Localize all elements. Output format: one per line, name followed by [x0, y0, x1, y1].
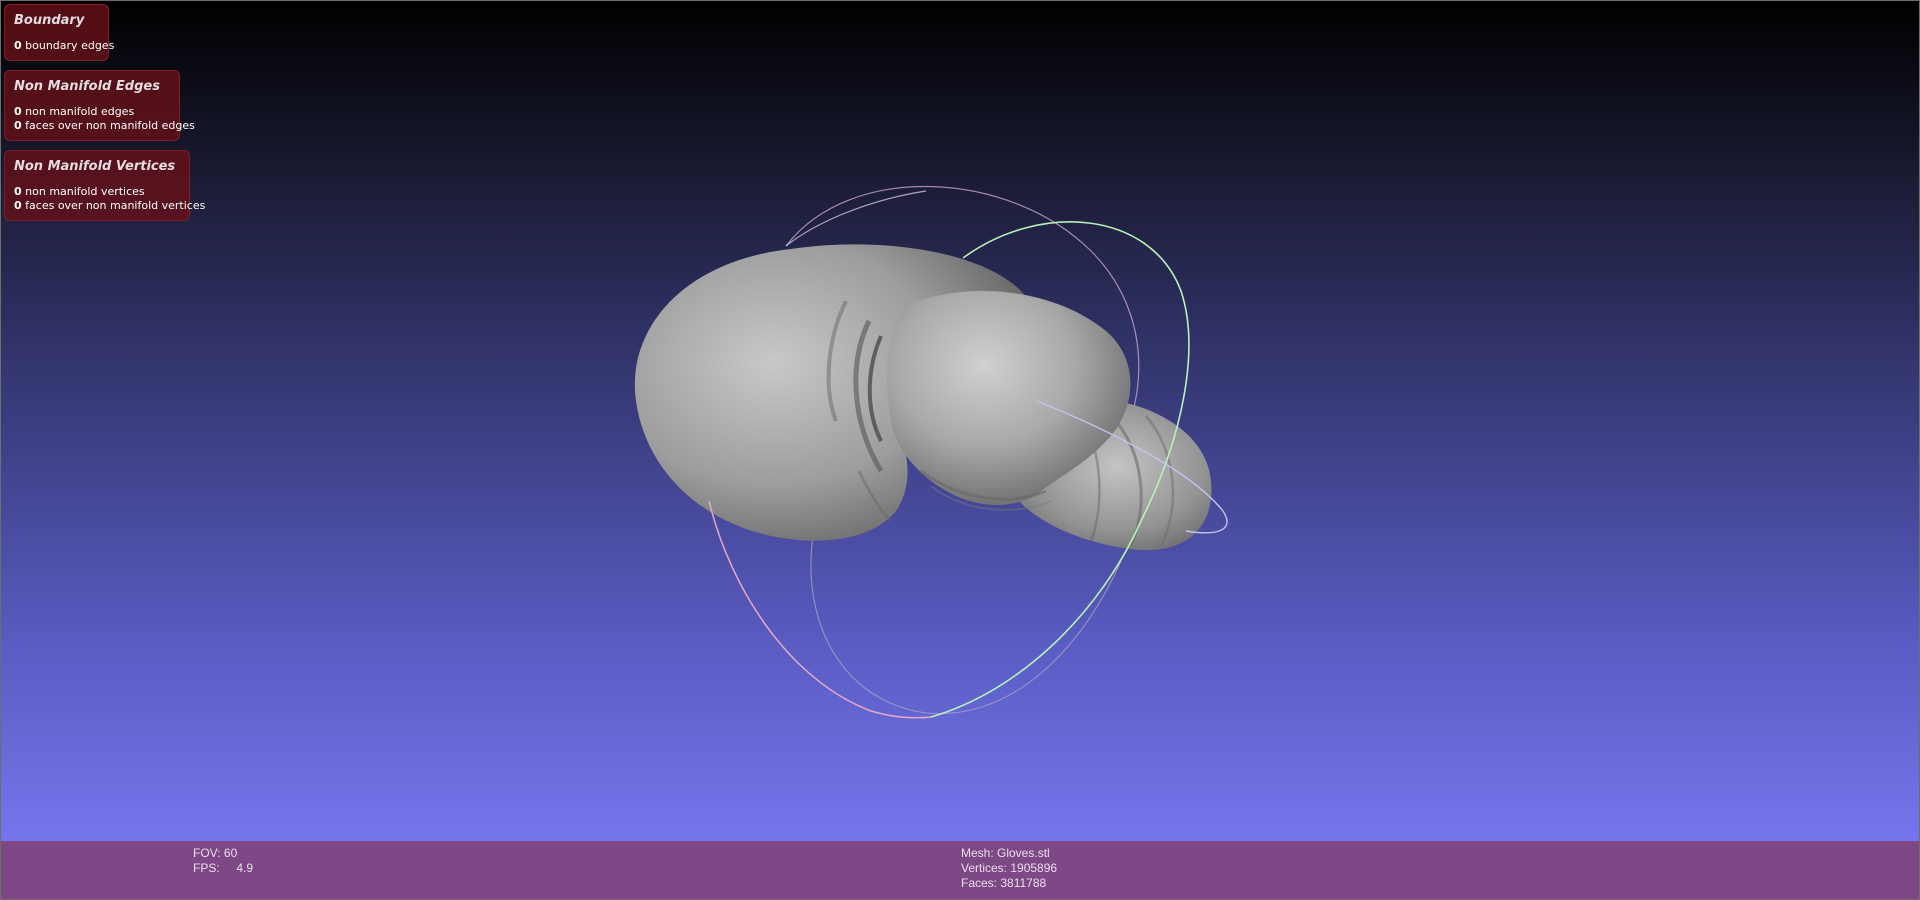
panel-title: Non Manifold Edges — [14, 79, 160, 94]
line-text: non manifold vertices — [25, 185, 145, 198]
count-value: 0 — [14, 185, 22, 198]
fps-readout: FPS: 4.9 — [193, 861, 254, 875]
3d-viewport[interactable]: Boundary 0 boundary edges Non Manifold E… — [0, 0, 1920, 900]
line-text: faces over non manifold vertices — [25, 199, 206, 212]
non-manifold-edges-line: 0 non manifold edges — [14, 105, 170, 119]
face-count: Faces: 3811788 — [961, 876, 1047, 890]
panel-title: Non Manifold Vertices — [14, 159, 176, 174]
status-bar: FOV: 60 FPS: 4.9 Mesh: Gloves.stl Vertic… — [1, 841, 1919, 899]
line-text: non manifold edges — [25, 105, 135, 118]
non-manifold-vertices-panel: Non Manifold Vertices 0 non manifold ver… — [4, 150, 205, 221]
count-value: 0 — [14, 199, 22, 212]
trackball-ring-violet — [810, 535, 1122, 715]
fov-readout: FOV: 60 — [193, 846, 238, 860]
line-text: faces over non manifold edges — [25, 119, 195, 132]
boundary-panel: Boundary 0 boundary edges — [4, 4, 114, 61]
vertex-count: Vertices: 1905896 — [961, 861, 1058, 875]
count-value: 0 — [14, 119, 22, 132]
boundary-edges-line: 0 boundary edges — [14, 39, 114, 53]
count-value: 0 — [14, 39, 22, 52]
faces-over-nm-edges-line: 0 faces over non manifold edges — [14, 119, 195, 133]
mesh-name: Mesh: Gloves.stl — [961, 846, 1050, 860]
scene-canvas[interactable] — [1, 1, 1920, 841]
trackball-ring-white-arc — [785, 190, 927, 247]
line-text: boundary edges — [25, 39, 115, 52]
boxing-glove-mesh[interactable] — [634, 244, 1212, 551]
count-value: 0 — [14, 105, 22, 118]
panel-title: Boundary — [14, 13, 85, 28]
faces-over-nm-vertices-line: 0 faces over non manifold vertices — [14, 199, 205, 213]
non-manifold-vertices-line: 0 non manifold vertices — [14, 185, 180, 199]
non-manifold-edges-panel: Non Manifold Edges 0 non manifold edges … — [4, 70, 195, 141]
